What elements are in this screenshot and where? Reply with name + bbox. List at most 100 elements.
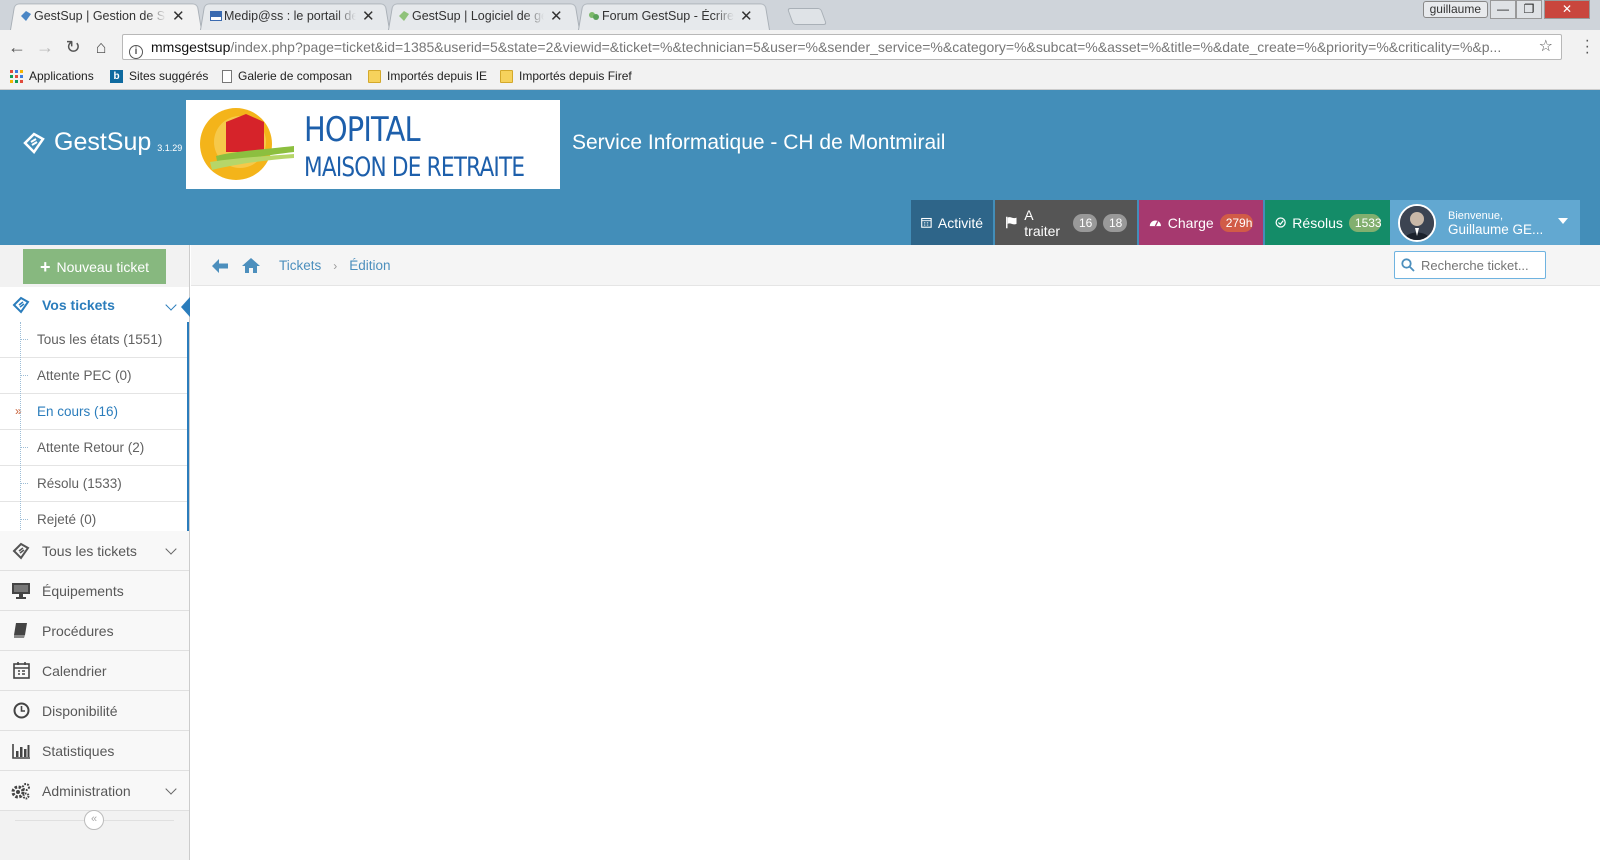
bookmark-applications[interactable]: Applications [10,69,94,83]
tab-close-icon[interactable]: ✕ [362,7,375,25]
submenu-item-tous-etats[interactable]: Tous les états (1551) [0,322,187,358]
tab-a-traiter[interactable]: A traiter 16 18 [995,200,1137,245]
calendar-icon [921,217,932,228]
browser-tab-medipass[interactable]: Medip@ss : le portail des ✕ [200,2,390,30]
tab-label: A traiter [1024,206,1061,239]
search-input[interactable] [1394,251,1546,279]
chevron-down-icon [165,783,177,795]
sidebar-item-statistiques[interactable]: Statistiques [0,731,189,771]
new-ticket-button[interactable]: + Nouveau ticket [23,249,166,284]
sidebar-item-calendrier[interactable]: Calendrier [0,651,189,691]
reload-icon[interactable]: ↻ [62,36,84,58]
bookmark-folder-ie[interactable]: Importés depuis IE [368,69,487,83]
browser-tab-forum[interactable]: Forum GestSup - Écrire u ✕ [578,2,770,30]
submenu-item-en-cours[interactable]: » En cours (16) [0,394,187,430]
submenu-item-resolu[interactable]: Résolu (1533) [0,466,187,502]
submenu-item-attente-pec[interactable]: Attente PEC (0) [0,358,187,394]
tab-label: Activité [937,214,983,231]
plus-icon: + [39,256,51,277]
breadcrumb-tickets[interactable]: Tickets [279,258,321,273]
tab-label: Medip@ss : le portail des [224,9,356,23]
forum-favicon-icon [589,12,599,20]
user-menu[interactable]: Bienvenue, Guillaume GE... [1390,200,1580,245]
tab-label: Charge [1167,214,1214,231]
user-name: Guillaume GE... [1448,221,1544,237]
flag-icon [1006,216,1017,229]
brand[interactable]: GestSup 3.1.29 [22,128,182,157]
submenu-label: En cours (16) [37,404,119,419]
bookmark-star-icon[interactable]: ☆ [1539,35,1553,59]
bookmarks-bar: Applications b Sites suggérés Galerie de… [0,64,1600,90]
minimize-button[interactable]: — [1490,0,1516,19]
bookmark-label: Applications [29,69,94,83]
sidebar-item-label: Calendrier [42,662,107,679]
tab-close-icon[interactable]: ✕ [172,7,185,25]
header-nav: Activité A traiter 16 18 Charge 279h Rés… [911,200,1391,245]
address-bar[interactable]: i mmsgestsup/index.php?page=ticket&id=138… [122,34,1562,60]
bookmark-label: Sites suggérés [129,69,209,83]
new-tab-button[interactable] [786,8,828,25]
tab-close-icon[interactable]: ✕ [740,7,753,25]
bookmark-folder-firefox[interactable]: Importés depuis Firef [500,69,632,83]
browser-tab-gestsup[interactable]: GestSup | Gestion de Sup ✕ [10,2,202,30]
sidebar-item-procedures[interactable]: Procédures [0,611,189,651]
clock-icon [0,702,42,719]
user-greeting: Bienvenue, [1448,209,1504,222]
forward-arrow-icon[interactable]: → [34,36,56,58]
maximize-button[interactable]: ❐ [1516,0,1542,19]
sidebar: + Nouveau ticket Vos tickets Tous les ét… [0,245,190,860]
submenu-label: Attente Retour (2) [37,440,145,455]
search-icon [1401,258,1415,272]
submenu-label: Attente PEC (0) [37,368,132,383]
back-arrow-icon[interactable]: ← [6,36,28,58]
ticket-icon [0,542,42,560]
tab-label: GestSup | Gestion de Sup [34,9,166,23]
sidebar-item-equipements[interactable]: Équipements [0,571,189,611]
dashboard-gauge-icon [1149,220,1161,227]
sidebar-item-label: Administration [42,782,131,799]
window-close-button[interactable]: ✕ [1544,0,1590,19]
tab-label: Forum GestSup - Écrire u [602,9,734,23]
submenu-label: Résolu (1533) [37,476,122,491]
sidebar-item-label: Statistiques [42,742,115,759]
chevron-down-icon [165,543,177,555]
home-icon[interactable] [241,257,261,274]
browser-menu-icon[interactable]: · · · [1585,33,1590,61]
gears-icon [0,782,42,800]
home-icon[interactable]: ⌂ [90,36,112,58]
breadcrumb-bar: Tickets › Édition [191,245,1600,286]
site-info-icon[interactable]: i [129,45,143,59]
submenu-item-attente-retour[interactable]: Attente Retour (2) [0,430,187,466]
avatar [1398,203,1436,242]
user-avatar-icon [1400,205,1434,240]
submenu-label: Rejeté (0) [37,512,97,527]
back-arrow-icon[interactable] [211,258,229,274]
hospital-sun-logo-icon [200,108,294,180]
badge-resolus: 1533 [1348,213,1382,232]
chevron-right-icon: › [333,258,338,273]
bookmark-label: Importés depuis Firef [519,69,632,83]
sidebar-item-disponibilite[interactable]: Disponibilité [0,691,189,731]
badge-a-traiter-count-2: 18 [1103,213,1127,232]
tab-close-icon[interactable]: ✕ [550,7,563,25]
sidebar-item-vos-tickets[interactable]: Vos tickets [0,287,190,323]
tab-resolus[interactable]: Résolus 1533 [1265,200,1391,245]
bookmark-galerie[interactable]: Galerie de composan [222,69,352,83]
gestsup-favicon-icon [21,11,31,21]
double-chevron-left-icon[interactable]: « [84,810,104,830]
logo-line2: MAISON DE RETRAITE [304,152,525,183]
tab-label: Résolus [1292,214,1343,231]
bar-chart-icon [0,743,42,759]
active-indicator [181,297,190,317]
search-box [1394,251,1546,279]
caret-down-icon [1558,218,1568,224]
tab-activite[interactable]: Activité [911,200,993,245]
sidebar-item-label: Disponibilité [42,702,118,719]
submenu-label: Tous les états (1551) [37,332,163,347]
tab-charge[interactable]: Charge 279h [1139,200,1263,245]
breadcrumb: Tickets › Édition [211,257,391,274]
browser-tab-gestsup-logiciel[interactable]: GestSup | Logiciel de ges ✕ [388,2,580,30]
sidebar-item-tous-les-tickets[interactable]: Tous les tickets [0,531,189,571]
hospital-logo: HOPITAL MAISON DE RETRAITE [186,100,560,189]
bookmark-sites-suggeres[interactable]: b Sites suggérés [110,69,208,83]
